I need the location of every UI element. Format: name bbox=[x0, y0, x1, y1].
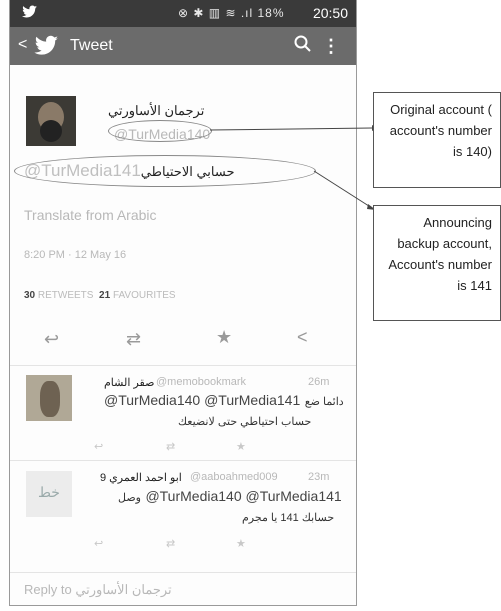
callout-line: is 140) bbox=[452, 144, 492, 159]
callout-line: Announcing bbox=[423, 215, 492, 230]
callout-line: Account's number bbox=[388, 257, 492, 272]
callout-original-account: Original account ( account's number is 1… bbox=[373, 92, 501, 188]
callout-line: account's number bbox=[389, 123, 492, 138]
callout-line: Original account ( bbox=[390, 102, 492, 117]
callout-backup-account: Announcing backup account, Account's num… bbox=[373, 205, 501, 321]
callout-line: backup account, bbox=[397, 236, 492, 251]
callout-line: is 141 bbox=[457, 278, 492, 293]
